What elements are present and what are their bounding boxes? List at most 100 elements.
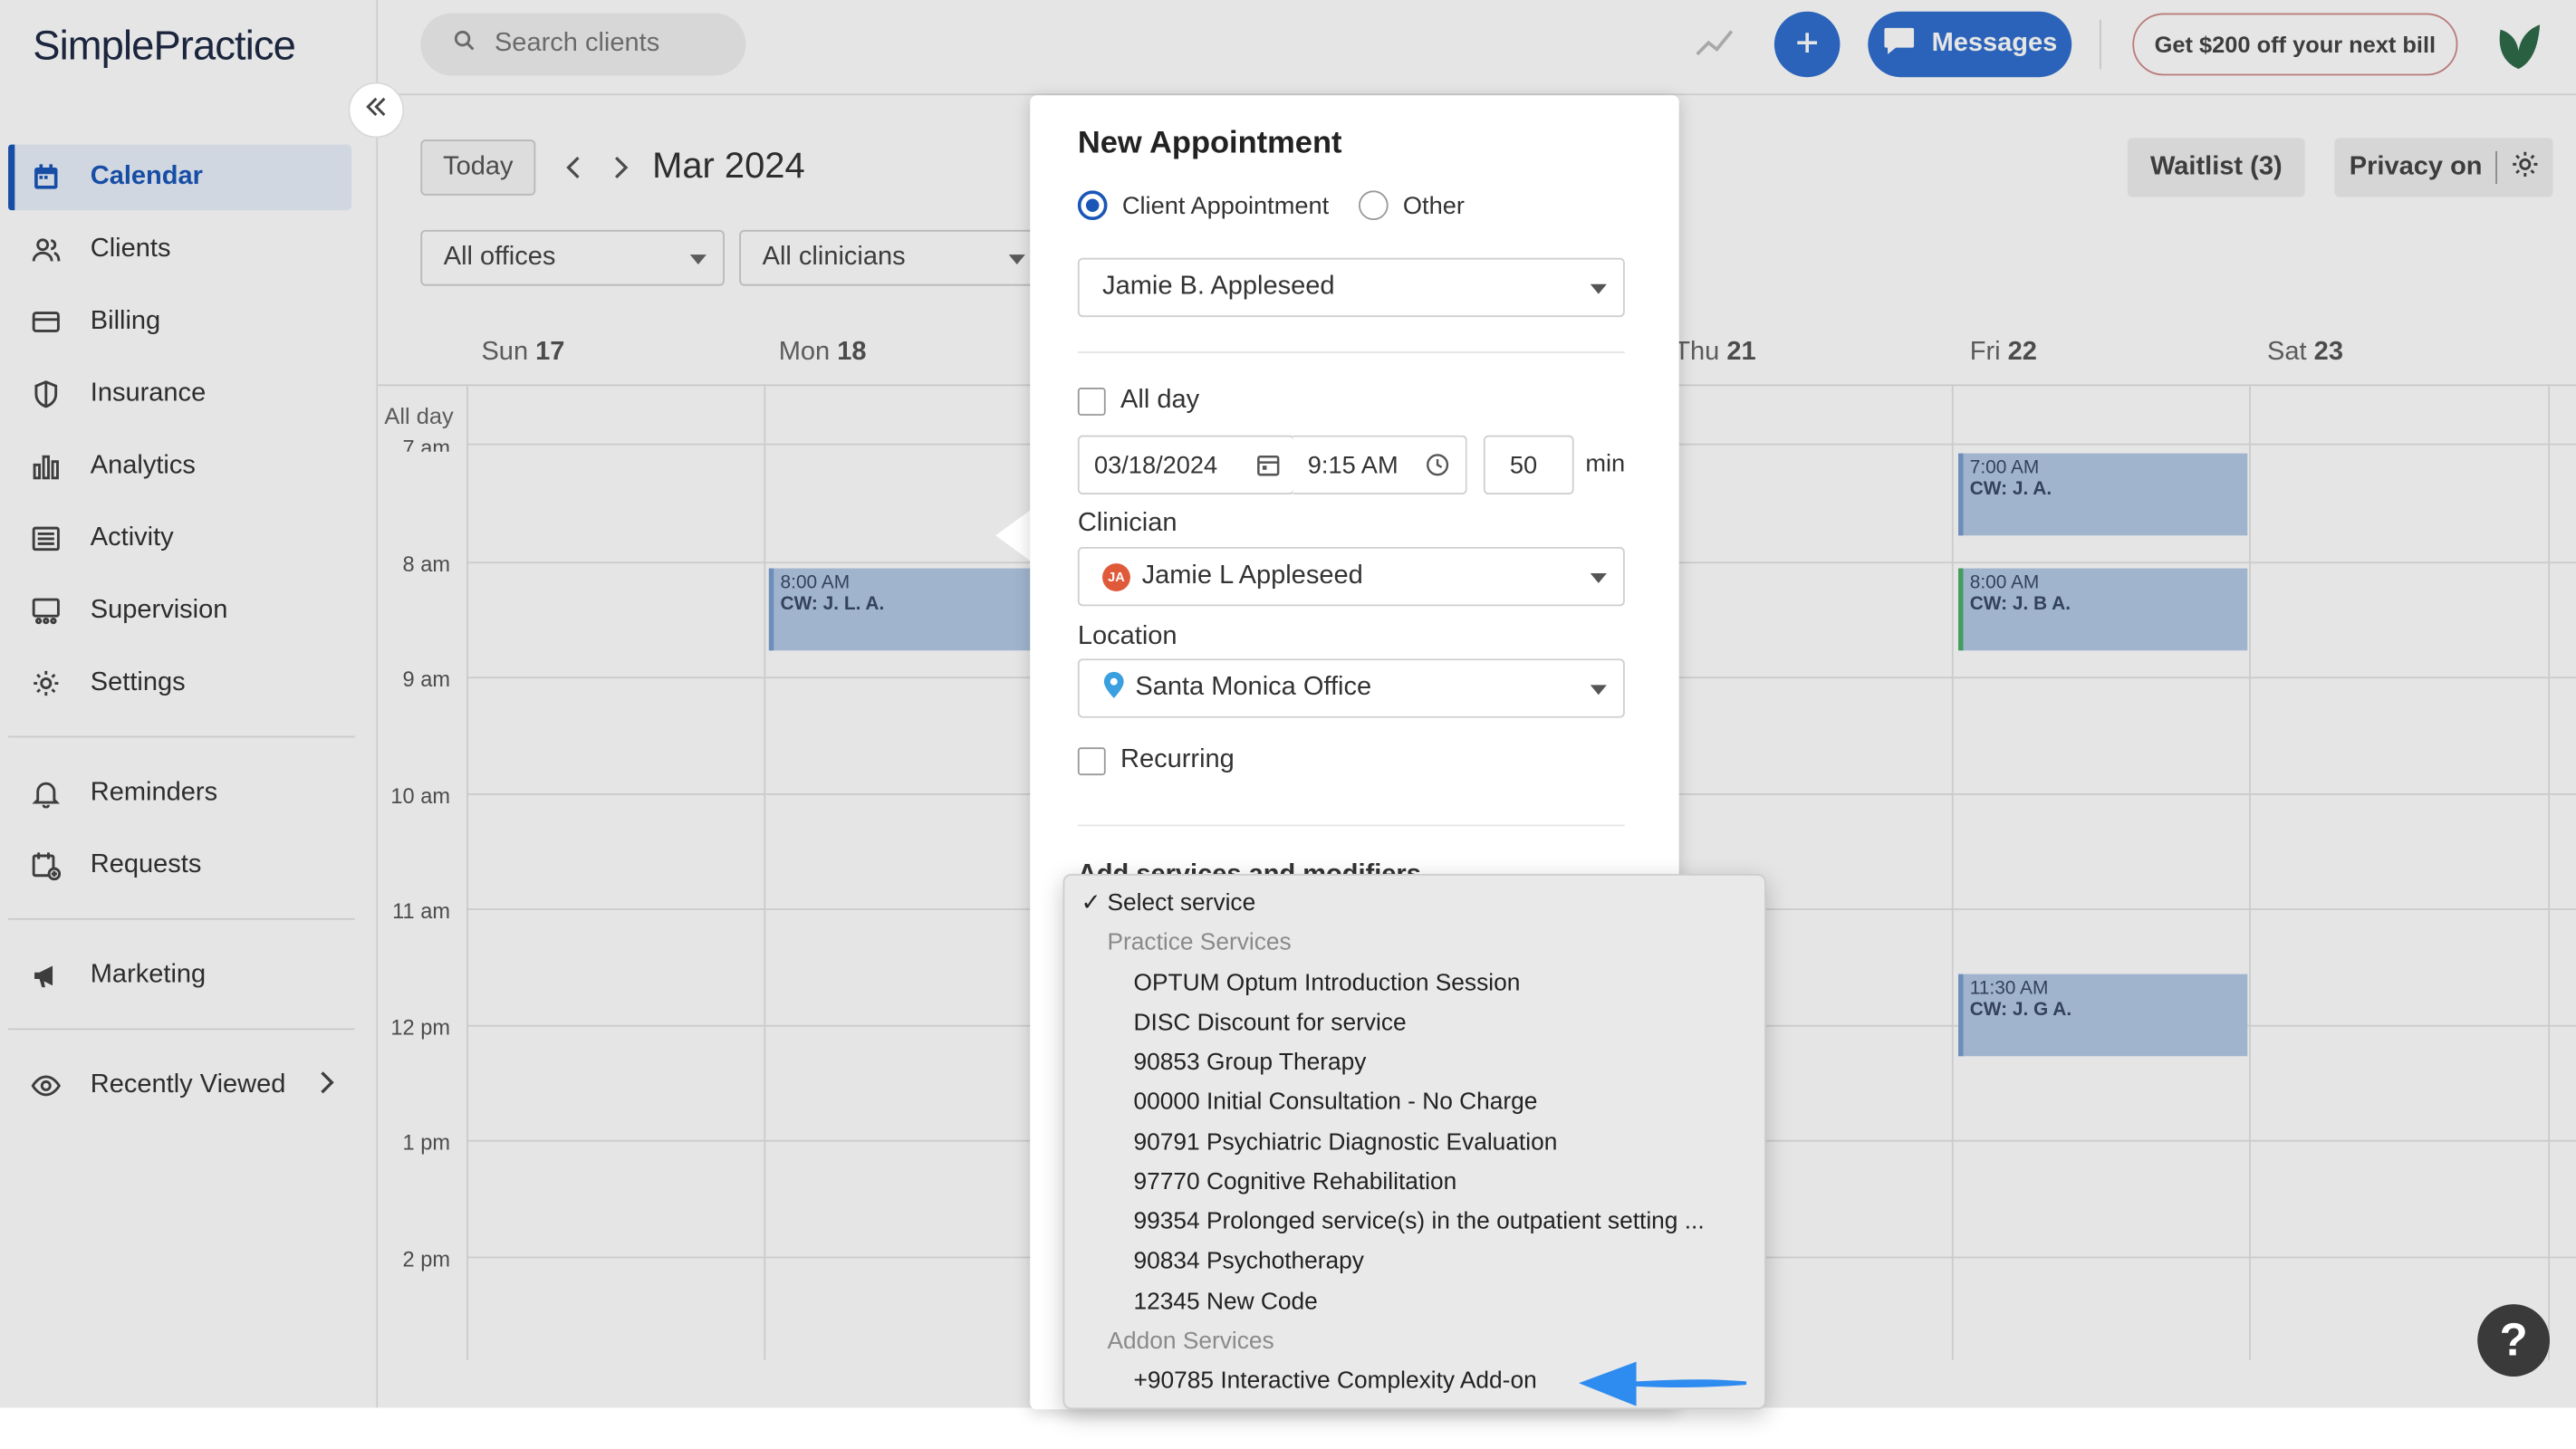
sidebar-item-requests[interactable]: Requests	[8, 833, 351, 899]
client-appointment-radio[interactable]	[1077, 190, 1108, 221]
calendar-event[interactable]: 7:00 AM CW: J. A.	[1958, 453, 2248, 536]
plus-icon	[1794, 22, 1821, 68]
gear-icon[interactable]	[2510, 149, 2540, 187]
caret-down-icon	[689, 254, 706, 265]
sidebar-item-supervision[interactable]: Supervision	[8, 578, 351, 644]
day-header-sun[interactable]: Sun 17	[481, 339, 564, 369]
sidebar-item-recently-viewed[interactable]: Recently Viewed	[8, 1053, 351, 1119]
calendar-plus-icon	[31, 851, 62, 881]
clinicians-select[interactable]: All clinicians	[739, 229, 1043, 286]
dropdown-option[interactable]: 00000 Initial Consultation - No Charge	[1064, 1082, 1764, 1122]
top-bar: Search clients Messages Get $200 off you…	[378, 0, 2576, 96]
grid-line	[2249, 386, 2251, 1360]
search-input[interactable]: Search clients	[420, 13, 746, 76]
users-icon	[31, 235, 61, 264]
grid-line	[1951, 386, 1954, 1360]
location-label: Location	[1077, 622, 1177, 651]
clock-icon	[1426, 454, 1449, 484]
search-icon	[454, 30, 476, 60]
messages-button[interactable]: Messages	[1868, 11, 2072, 78]
megaphone-icon	[31, 961, 61, 991]
calendar-event[interactable]: 8:00 AM CW: J. B A.	[1958, 568, 2248, 651]
clinician-avatar: JA	[1102, 562, 1130, 591]
recurring-checkbox[interactable]	[1077, 746, 1106, 775]
recurring-row: Recurring	[1077, 745, 1235, 775]
time-label: 1 pm	[402, 1129, 450, 1156]
search-placeholder: Search clients	[494, 29, 660, 58]
divider	[2100, 19, 2101, 70]
time-label: 7 am	[402, 435, 450, 452]
offices-select[interactable]: All offices	[420, 229, 725, 286]
sidebar-item-insurance[interactable]: Insurance	[8, 361, 351, 427]
caret-down-icon	[1008, 254, 1025, 265]
clinician-select[interactable]: JA Jamie L Appleseed	[1077, 546, 1625, 607]
chat-icon	[1882, 25, 1915, 63]
app-logo[interactable]: SimplePractice	[33, 23, 296, 71]
day-header-sat[interactable]: Sat 23	[2267, 339, 2343, 369]
bar-chart-icon	[31, 452, 61, 482]
client-select[interactable]: Jamie B. Appleseed	[1077, 257, 1625, 318]
time-label: 12 pm	[390, 1014, 450, 1041]
sidebar-item-label: Insurance	[90, 379, 207, 408]
all-day-checkbox[interactable]	[1077, 387, 1106, 415]
dropdown-option[interactable]: 12345 New Code	[1064, 1283, 1764, 1323]
waitlist-button[interactable]: Waitlist (3)	[2127, 138, 2305, 197]
sidebar-divider	[8, 735, 355, 738]
sidebar-divider	[8, 917, 355, 920]
dropdown-option[interactable]: 97770 Cognitive Rehabilitation	[1064, 1163, 1764, 1203]
list-icon	[31, 524, 61, 554]
time-label: 2 pm	[402, 1246, 450, 1271]
grid-line	[764, 386, 766, 1360]
day-header-thu[interactable]: Thu 21	[1674, 339, 1755, 369]
prev-week-button[interactable]	[565, 153, 582, 187]
today-button[interactable]: Today	[420, 139, 536, 196]
checkmark-icon: ✓	[1081, 890, 1101, 917]
month-label: Mar 2024	[652, 144, 805, 186]
caret-down-icon	[1590, 283, 1607, 294]
other-radio[interactable]	[1358, 190, 1389, 221]
day-header-fri[interactable]: Fri 22	[1970, 339, 2037, 369]
caret-down-icon	[1590, 685, 1607, 696]
sidebar-item-label: Marketing	[90, 961, 207, 989]
day-header-mon[interactable]: Mon 18	[779, 339, 867, 369]
sidebar-item-clients[interactable]: Clients	[8, 216, 351, 283]
page: SimplePractice Calendar Clients Billing	[0, 0, 2576, 1445]
promo-button[interactable]: Get $200 off your next bill	[2132, 13, 2458, 76]
duration-field[interactable]: 50	[1483, 435, 1574, 494]
dropdown-option[interactable]: DISC Discount for service	[1064, 1003, 1764, 1043]
sidebar-item-marketing[interactable]: Marketing	[8, 943, 351, 1009]
next-week-button[interactable]	[613, 153, 630, 187]
date-field[interactable]: 03/18/2024	[1077, 435, 1295, 494]
calendar-event[interactable]: 8:00 AM CW: J. L. A.	[768, 568, 1033, 651]
dropdown-option[interactable]: 99354 Prolonged service(s) in the outpat…	[1064, 1203, 1764, 1243]
all-day-label: All day	[384, 402, 454, 429]
collapse-sidebar-button[interactable]	[348, 82, 405, 139]
time-label: 10 am	[390, 783, 450, 809]
sidebar-item-label: Requests	[90, 850, 202, 879]
help-button[interactable]: ?	[2477, 1304, 2551, 1377]
trend-icon[interactable]	[1696, 28, 1735, 66]
location-select[interactable]: Santa Monica Office	[1077, 658, 1625, 718]
sidebar-item-activity[interactable]: Activity	[8, 506, 351, 572]
sidebar-item-calendar[interactable]: Calendar	[8, 144, 352, 211]
grid-line	[466, 386, 468, 1360]
add-button[interactable]	[1773, 11, 1841, 78]
calendar-icon	[1257, 454, 1280, 484]
dropdown-option[interactable]: 90791 Psychiatric Diagnostic Evaluation	[1064, 1124, 1764, 1164]
sidebar-item-billing[interactable]: Billing	[8, 289, 351, 355]
privacy-button[interactable]: Privacy on	[2334, 138, 2553, 197]
avatar[interactable]	[2491, 16, 2547, 72]
dropdown-option[interactable]: 90853 Group Therapy	[1064, 1043, 1764, 1083]
dropdown-option[interactable]: OPTUM Optum Introduction Session	[1064, 964, 1764, 1004]
time-field[interactable]: 9:15 AM	[1293, 435, 1467, 494]
eye-icon	[31, 1071, 61, 1101]
dropdown-option[interactable]: 90834 Psychotherapy	[1064, 1242, 1764, 1281]
gear-icon	[31, 668, 61, 698]
sidebar-item-settings[interactable]: Settings	[8, 650, 351, 716]
sidebar-item-reminders[interactable]: Reminders	[8, 761, 351, 827]
calendar-event[interactable]: 11:30 AM CW: J. G A.	[1958, 974, 2248, 1057]
dropdown-option-selected[interactable]: ✓ Select service	[1064, 884, 1764, 924]
calendar-icon	[31, 163, 61, 193]
sidebar-item-analytics[interactable]: Analytics	[8, 434, 351, 500]
appointment-type: Client Appointment Other	[1077, 190, 1465, 221]
